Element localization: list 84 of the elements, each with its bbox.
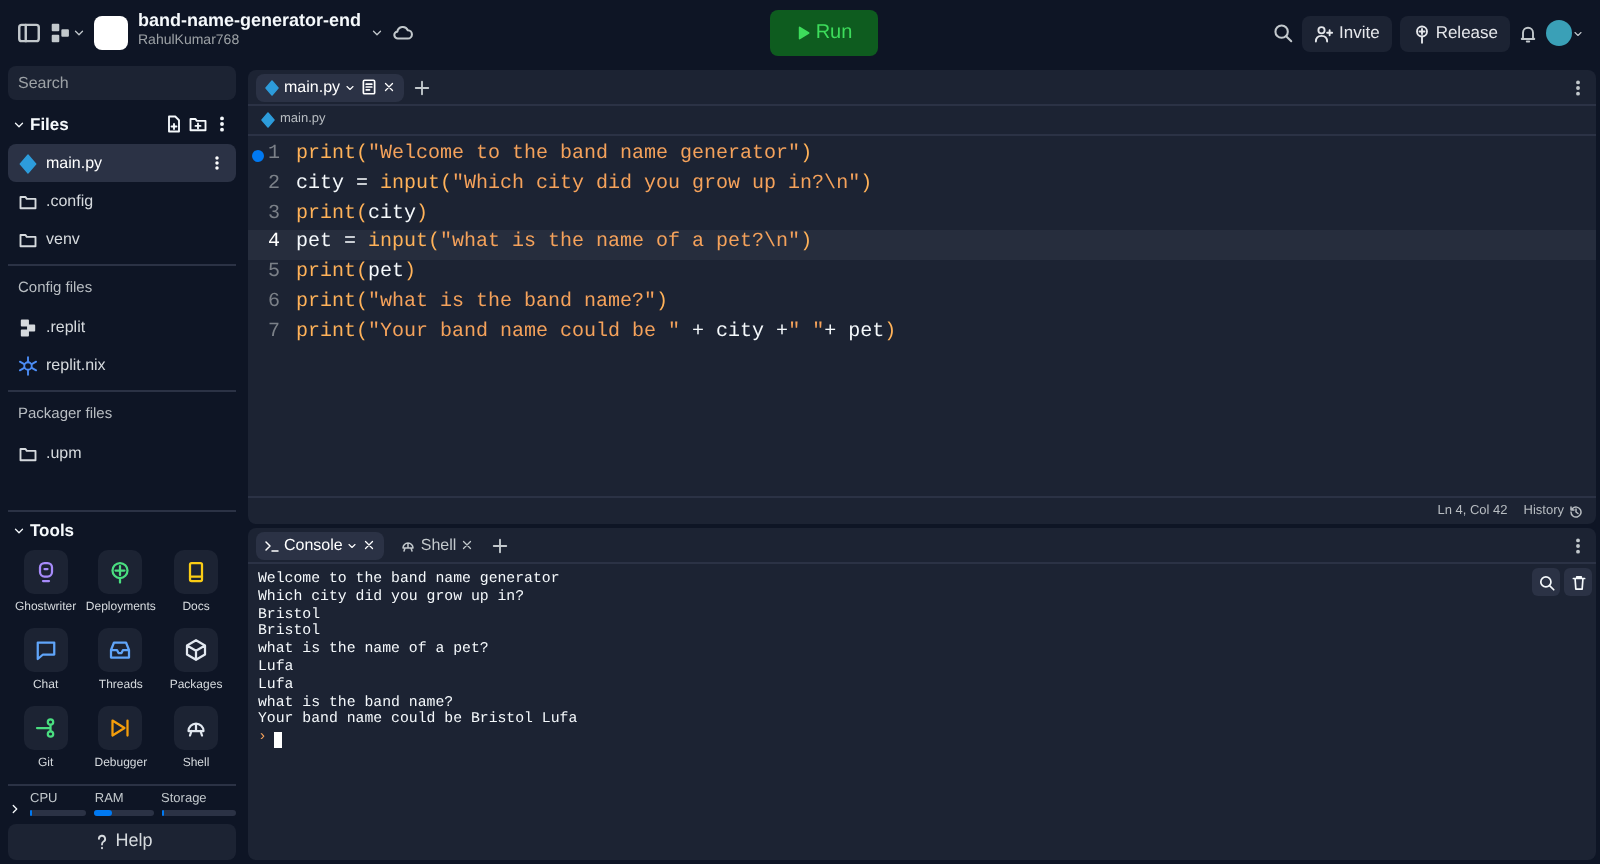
invite-button[interactable]: Invite: [1302, 15, 1392, 51]
avatar[interactable]: [1546, 20, 1572, 46]
trash-icon: [1569, 573, 1587, 591]
search-field[interactable]: Search: [8, 66, 236, 100]
editor-tab[interactable]: main.py: [256, 73, 405, 101]
chevron-icon[interactable]: [1572, 27, 1584, 39]
project-logo: [94, 16, 128, 50]
tool-button[interactable]: [23, 706, 68, 751]
release-button[interactable]: Release: [1399, 15, 1510, 51]
tool-button[interactable]: [174, 550, 219, 595]
code-line[interactable]: print(pet): [296, 260, 417, 290]
console-tab[interactable]: Console: [256, 531, 385, 559]
line-number: 5: [265, 260, 282, 289]
code-line[interactable]: print("Your band name could be " + city +" "+ pet): [296, 319, 897, 350]
file-item[interactable]: venv: [8, 220, 236, 258]
person-plus-icon: [1314, 23, 1335, 43]
tool-button[interactable]: [98, 550, 143, 595]
chevron-right-icon[interactable]: [8, 802, 22, 816]
tool-button[interactable]: [174, 706, 219, 751]
line-number: 3: [265, 201, 282, 230]
chevron-icon: [344, 81, 357, 93]
console-tab[interactable]: Shell: [392, 531, 483, 559]
chevron-icon[interactable]: [72, 26, 86, 40]
inbox-icon: [108, 638, 133, 663]
history-icon: [1568, 503, 1584, 519]
play-icon: [793, 24, 812, 42]
cloud-icon[interactable]: [391, 22, 414, 44]
tool-button[interactable]: [174, 628, 219, 673]
run-button[interactable]: Run: [769, 10, 877, 56]
line-number: 1: [248, 142, 296, 172]
sidebar-toggle-icon[interactable]: [16, 20, 42, 46]
tool-button[interactable]: [98, 706, 143, 751]
project-name[interactable]: band-name-generator-end: [138, 12, 362, 33]
terminal-icon: [264, 537, 280, 553]
chevron-icon: [346, 539, 359, 551]
line-number: 7: [265, 319, 282, 348]
chat-icon: [33, 638, 58, 663]
blocks-icon: [18, 317, 38, 337]
diamond-icon: [260, 112, 276, 128]
search-icon: [1537, 573, 1555, 591]
help-button[interactable]: Help: [8, 824, 236, 860]
chevron-icon[interactable]: [369, 26, 384, 40]
search-button[interactable]: [1532, 568, 1560, 596]
plus-icon[interactable]: [490, 535, 511, 555]
file-item[interactable]: main.py: [8, 144, 236, 182]
book-icon: [184, 560, 209, 585]
file-item[interactable]: .replit: [8, 308, 236, 346]
nodes-icon[interactable]: [50, 22, 72, 44]
line-number: 6: [265, 289, 282, 318]
folder-icon: [18, 443, 38, 463]
file-item[interactable]: .upm: [8, 434, 236, 472]
close-icon: [382, 80, 397, 94]
cube-icon: [184, 638, 209, 663]
clear-console-button[interactable]: [1564, 568, 1592, 596]
tool-button[interactable]: [98, 628, 143, 673]
section-title: Files: [30, 111, 71, 137]
file-item[interactable]: .config: [8, 182, 236, 220]
chevron-icon[interactable]: [12, 524, 26, 539]
new-file-icon[interactable]: [164, 114, 184, 134]
tool-button[interactable]: [23, 628, 68, 673]
file-item[interactable]: replit.nix: [8, 346, 236, 384]
diamond-icon: [18, 153, 38, 173]
text-cursor: [274, 731, 283, 748]
search-icon[interactable]: [1272, 22, 1295, 44]
document-icon: [360, 78, 379, 96]
plus-icon[interactable]: [412, 77, 433, 97]
code-line[interactable]: print(city): [296, 201, 429, 231]
bell-icon[interactable]: [1518, 23, 1538, 43]
code-line[interactable]: city = input("Which city did you grow up in?\n"): [296, 171, 873, 202]
code-line[interactable]: pet = input("what is the name of a pet?\n"): [296, 230, 813, 261]
branch-icon: [33, 716, 58, 741]
diamond-icon: [264, 79, 280, 95]
line-number: 4: [265, 230, 282, 259]
tool-button[interactable]: [23, 550, 68, 595]
close-icon: [460, 538, 475, 552]
new-folder-icon[interactable]: [188, 114, 208, 134]
close-icon: [362, 538, 377, 552]
code-line[interactable]: print("Welcome to the band name generator"): [296, 142, 813, 172]
snowflake-icon: [18, 355, 38, 375]
chevron-icon[interactable]: [12, 117, 26, 131]
line-number: 2: [265, 171, 282, 200]
section-title: Tools: [30, 518, 75, 545]
step-icon: [108, 716, 133, 741]
code-line[interactable]: print("what is the band name?"): [296, 289, 669, 320]
